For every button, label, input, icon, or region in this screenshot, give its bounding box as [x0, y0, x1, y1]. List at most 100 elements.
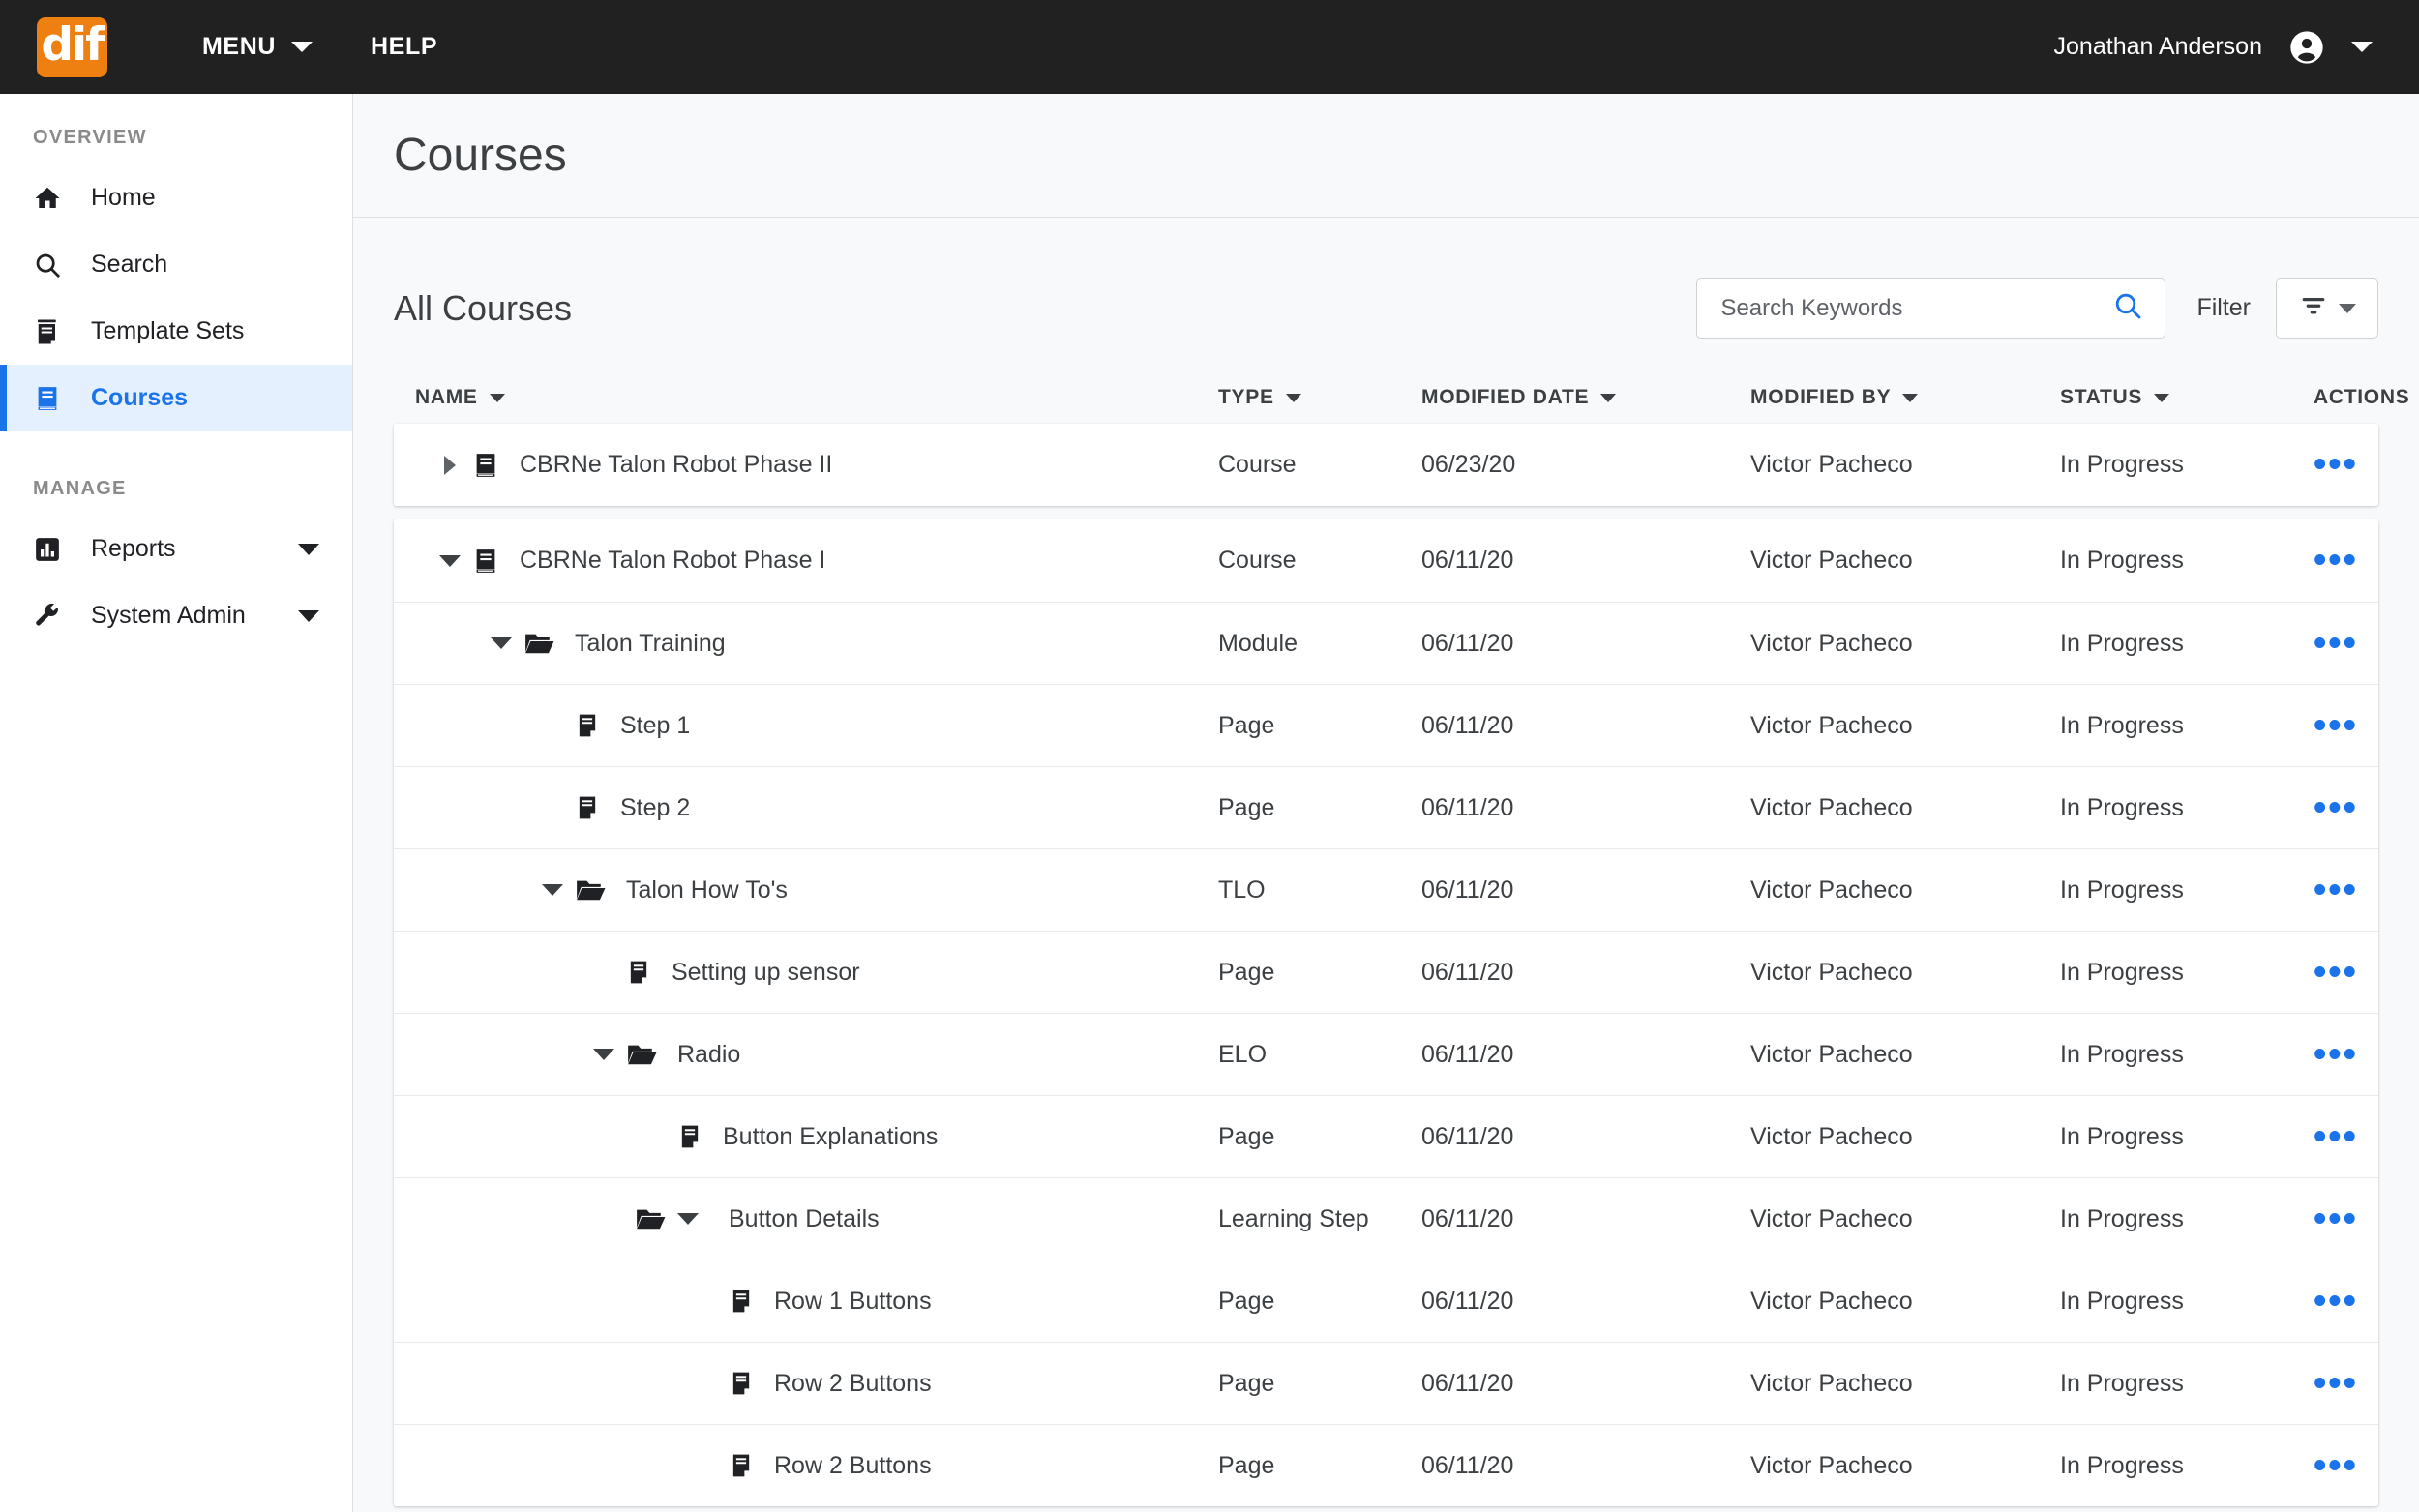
section-tools: Filter — [1696, 278, 2378, 339]
row-actions-menu-icon[interactable]: ••• — [2314, 789, 2358, 826]
expand-chevron-down-icon[interactable] — [677, 1213, 699, 1225]
sidebar-item-courses[interactable]: Courses — [0, 365, 352, 431]
help-button[interactable]: HELP — [371, 33, 437, 61]
row-modified-by-cell: Victor Pacheco — [1750, 711, 1913, 739]
row-modified-date-cell: 06/11/20 — [1421, 1040, 1514, 1068]
top-navigation-bar: dif MENU HELP Jonathan Anderson — [0, 0, 2419, 94]
expand-chevron-down-icon[interactable] — [439, 554, 461, 567]
row-modified-by-cell: Victor Pacheco — [1750, 629, 1913, 657]
expand-chevron-down-icon[interactable] — [542, 884, 563, 896]
table-row[interactable]: Step 2 Page 06/11/20 Victor Pacheco In Progr… — [394, 766, 2378, 848]
table-row[interactable]: Row 1 Buttons Page 06/11/20 Victor Pacheco I… — [394, 1260, 2378, 1342]
table-row[interactable]: Row 2 Buttons Page 06/11/20 Victor Pacheco I… — [394, 1342, 2378, 1424]
sidebar-item-home[interactable]: Home — [0, 164, 352, 231]
search-box[interactable] — [1696, 278, 2166, 339]
row-actions-menu-icon[interactable]: ••• — [2314, 954, 2358, 991]
table-row[interactable]: Setting up sensor Page 06/11/20 Victor Pach… — [394, 931, 2378, 1013]
table-header-row: NAME TYPE MODIFIED DATE MODIFIED BY STAT… — [394, 371, 2409, 424]
row-modified-date-cell: 06/11/20 — [1421, 958, 1514, 986]
row-actions-cell: ••• — [2302, 1118, 2378, 1155]
row-actions-menu-icon[interactable]: ••• — [2314, 1365, 2358, 1402]
chevron-down-icon — [2339, 303, 2356, 313]
row-type-cell: Page — [1218, 711, 1275, 739]
app-logo-text: dif — [41, 18, 105, 72]
column-header-modified-date[interactable]: MODIFIED DATE — [1421, 386, 1750, 409]
row-actions-menu-icon[interactable]: ••• — [2314, 542, 2358, 578]
row-modified-by-cell: Victor Pacheco — [1750, 547, 1913, 574]
row-name-cell: Row 2 Buttons — [415, 1452, 1218, 1480]
row-type-cell: TLO — [1218, 875, 1266, 904]
sort-chevron-down-icon[interactable] — [1600, 393, 1617, 402]
row-name-cell: Step 2 — [415, 794, 1218, 822]
sort-chevron-down-icon[interactable] — [2154, 393, 2170, 402]
row-type-cell: Page — [1218, 1451, 1275, 1479]
row-actions-menu-icon[interactable]: ••• — [2314, 1447, 2358, 1484]
row-modified-date-cell: 06/23/20 — [1421, 451, 1516, 478]
row-actions-menu-icon[interactable]: ••• — [2314, 1283, 2358, 1319]
sort-chevron-down-icon[interactable] — [489, 393, 505, 402]
book-icon — [471, 451, 500, 480]
row-status-cell: In Progress — [2060, 1040, 2184, 1068]
search-input[interactable] — [1720, 294, 2113, 322]
table-row[interactable]: Button Explanations Page 06/11/20 Victor Pa… — [394, 1095, 2378, 1177]
row-name-cell: Setting up sensor — [415, 959, 1218, 987]
row-actions-menu-icon[interactable]: ••• — [2314, 707, 2358, 744]
sort-chevron-down-icon[interactable] — [1285, 393, 1301, 402]
sidebar-item-search[interactable]: Search — [0, 231, 352, 298]
filter-lines-icon — [2298, 290, 2329, 326]
table-row[interactable]: Row 2 Buttons Page 06/11/20 Victor Pacheco I… — [394, 1424, 2378, 1506]
table-row[interactable]: Button Details Learning Step 06/11/20 Victo… — [394, 1177, 2378, 1260]
row-status-cell: In Progress — [2060, 1451, 2184, 1479]
column-header-actions: ACTIONS — [2302, 386, 2409, 409]
sidebar: OVERVIEW Home Search Template Sets Cours… — [0, 94, 353, 1512]
chevron-down-icon[interactable] — [2351, 42, 2373, 52]
sidebar-item-template-sets[interactable]: Template Sets — [0, 298, 352, 365]
row-actions-menu-icon[interactable]: ••• — [2314, 1036, 2358, 1073]
row-modified-by-cell: Victor Pacheco — [1750, 1122, 1913, 1150]
row-name-label: Step 2 — [620, 793, 691, 821]
row-name-label: Row 2 Buttons — [774, 1369, 932, 1397]
page-icon — [574, 794, 601, 821]
avatar[interactable] — [2287, 28, 2326, 67]
sort-chevron-down-icon[interactable] — [1902, 393, 1919, 402]
row-actions-menu-icon[interactable]: ••• — [2314, 446, 2358, 483]
menu-button[interactable]: MENU — [202, 33, 314, 61]
filter-button[interactable] — [2276, 278, 2378, 339]
section-title: All Courses — [394, 287, 573, 328]
user-menu[interactable]: Jonathan Anderson — [2054, 28, 2382, 67]
row-actions-menu-icon[interactable]: ••• — [2314, 872, 2358, 908]
row-type-cell: Page — [1218, 793, 1275, 821]
row-type-cell: Course — [1218, 451, 1297, 478]
row-actions-menu-icon[interactable]: ••• — [2314, 1118, 2358, 1155]
table-row[interactable]: Talon Training Module 06/11/20 Victor Pache… — [394, 602, 2378, 684]
expand-chevron-right-icon[interactable] — [444, 455, 456, 475]
row-type-cell: Learning Step — [1218, 1204, 1369, 1232]
app-logo[interactable]: dif — [37, 16, 107, 77]
row-actions-cell: ••• — [2302, 707, 2378, 744]
row-actions-menu-icon[interactable]: ••• — [2314, 625, 2358, 662]
column-header-status[interactable]: STATUS — [2060, 386, 2302, 409]
column-header-modified-by[interactable]: MODIFIED BY — [1750, 386, 2060, 409]
table-row[interactable]: CBRNe Talon Robot Phase I Course 06/11/20 V… — [394, 519, 2378, 602]
sidebar-item-system-admin[interactable]: System Admin — [0, 582, 352, 649]
folder-open-icon — [574, 874, 607, 906]
courses-table-card: CBRNe Talon Robot Phase II Course 06/23/20… — [394, 424, 2378, 506]
expand-chevron-down-icon[interactable] — [491, 637, 512, 649]
search-icon[interactable] — [2112, 290, 2143, 326]
expand-chevron-down-icon[interactable] — [593, 1049, 614, 1060]
column-header-type[interactable]: TYPE — [1218, 386, 1421, 409]
row-name-cell: Button Details — [415, 1202, 1218, 1235]
column-header-name[interactable]: NAME — [415, 386, 1218, 409]
row-name-cell: Row 2 Buttons — [415, 1370, 1218, 1398]
row-actions-menu-icon[interactable]: ••• — [2314, 1201, 2358, 1237]
row-modified-date-cell: 06/11/20 — [1421, 1287, 1514, 1315]
table-row[interactable]: CBRNe Talon Robot Phase II Course 06/23/20… — [394, 424, 2378, 506]
chevron-down-icon[interactable] — [298, 609, 319, 622]
table-row[interactable]: Step 1 Page 06/11/20 Victor Pacheco In Progr… — [394, 684, 2378, 766]
page-icon — [728, 1288, 755, 1315]
chevron-down-icon[interactable] — [298, 543, 319, 555]
table-row[interactable]: Talon How To's TLO 06/11/20 Victor Pacheco I… — [394, 848, 2378, 931]
sidebar-item-reports[interactable]: Reports — [0, 516, 352, 582]
row-actions-cell: ••• — [2302, 1201, 2378, 1237]
table-row[interactable]: Radio ELO 06/11/20 Victor Pacheco In Progres… — [394, 1013, 2378, 1095]
